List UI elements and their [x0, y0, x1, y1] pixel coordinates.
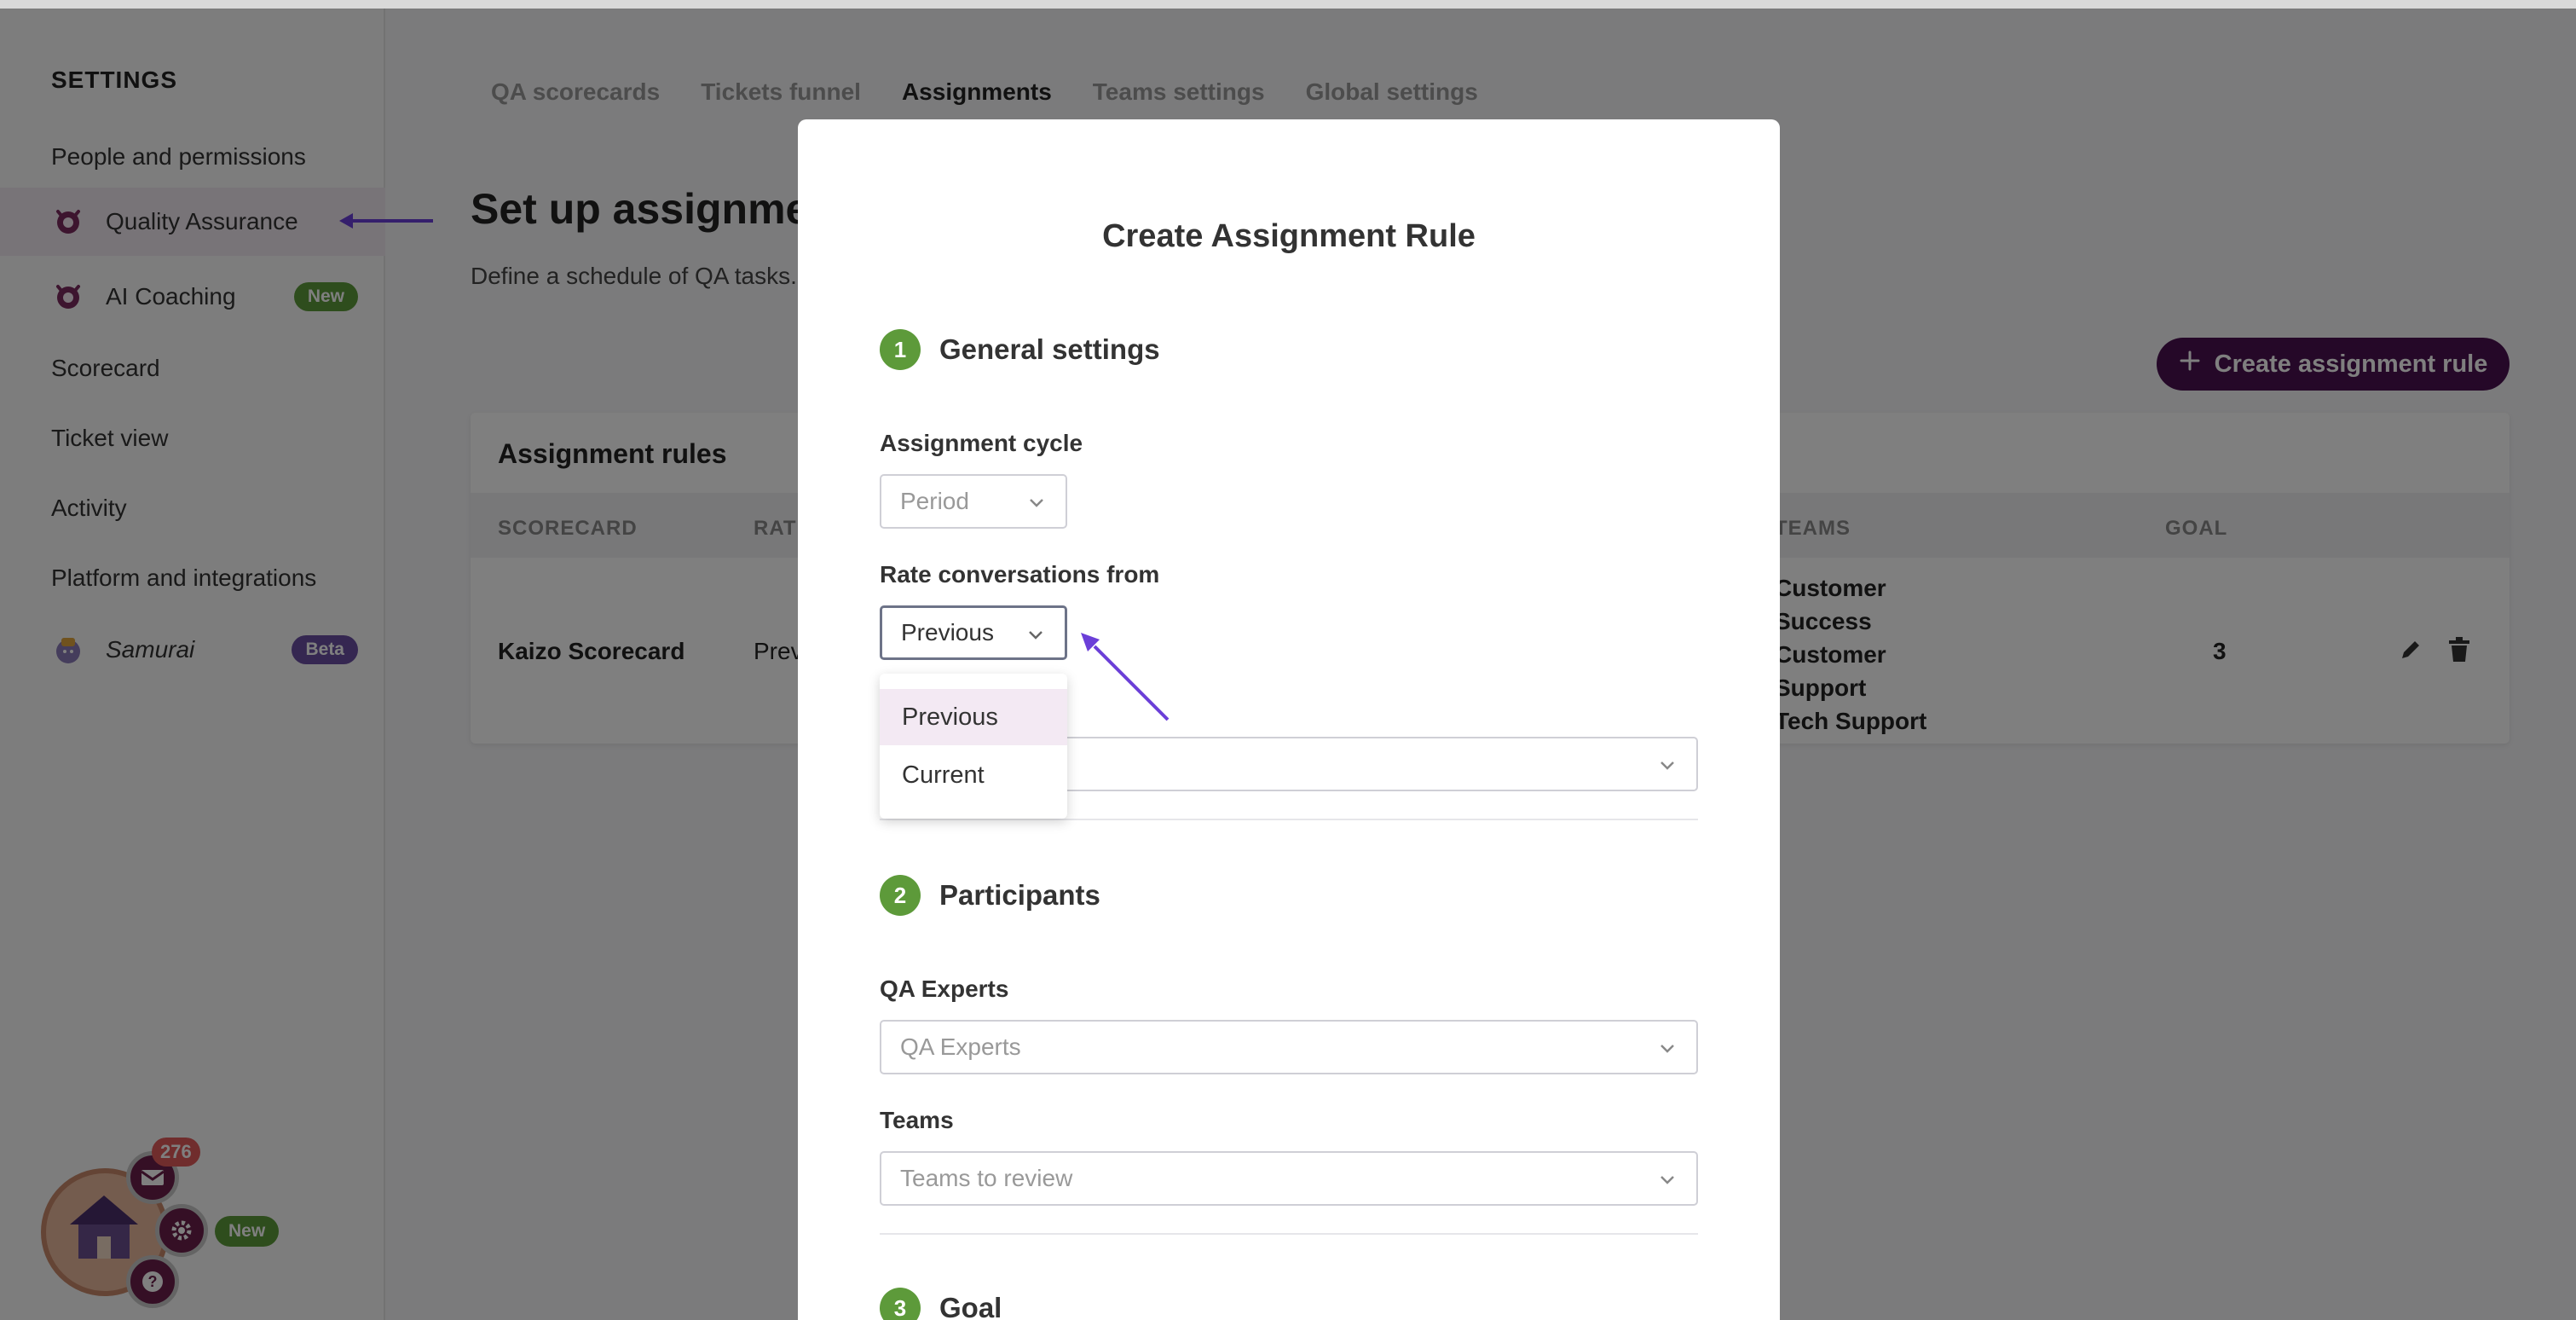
pointer-arrow-icon	[1081, 633, 1170, 721]
step-number: 2	[880, 875, 921, 916]
section-title: General settings	[939, 333, 1160, 365]
chevron-down-icon	[1657, 1037, 1678, 1064]
modal-title: Create Assignment Rule	[1102, 218, 1476, 254]
section-title: Participants	[939, 879, 1100, 911]
select-placeholder: QA Experts	[900, 1033, 1021, 1060]
step-number: 1	[880, 329, 921, 370]
teams-label: Teams	[880, 1107, 954, 1133]
chevron-down-icon	[1657, 754, 1678, 781]
section-goal: 3 Goal	[880, 1288, 1002, 1320]
chevron-down-icon	[1657, 1168, 1678, 1196]
section-divider	[880, 819, 1698, 820]
teams-select[interactable]: Teams to review	[880, 1151, 1698, 1206]
select-placeholder: Teams to review	[900, 1165, 1073, 1191]
rate-conversations-label: Rate conversations from	[880, 561, 1160, 588]
rate-conversations-dropdown: Previous Current	[880, 674, 1067, 819]
dropdown-option-previous[interactable]: Previous	[880, 689, 1067, 745]
section-title: Goal	[939, 1292, 1002, 1320]
assignment-cycle-label: Assignment cycle	[880, 430, 1083, 456]
chevron-down-icon	[1025, 623, 1046, 651]
qa-experts-select[interactable]: QA Experts	[880, 1020, 1698, 1074]
section-divider	[880, 1233, 1698, 1235]
select-value: Period	[900, 488, 969, 514]
section-general-settings: 1 General settings	[880, 329, 1160, 370]
step-number: 3	[880, 1288, 921, 1320]
chevron-down-icon	[1026, 491, 1047, 518]
rate-conversations-select[interactable]: Previous	[880, 605, 1067, 660]
select-value: Previous	[901, 619, 994, 646]
qa-experts-label: QA Experts	[880, 976, 1009, 1002]
dropdown-option-current[interactable]: Current	[880, 747, 1067, 803]
assignment-cycle-select[interactable]: Period	[880, 474, 1067, 529]
section-participants: 2 Participants	[880, 875, 1100, 916]
top-bar	[0, 0, 2576, 9]
